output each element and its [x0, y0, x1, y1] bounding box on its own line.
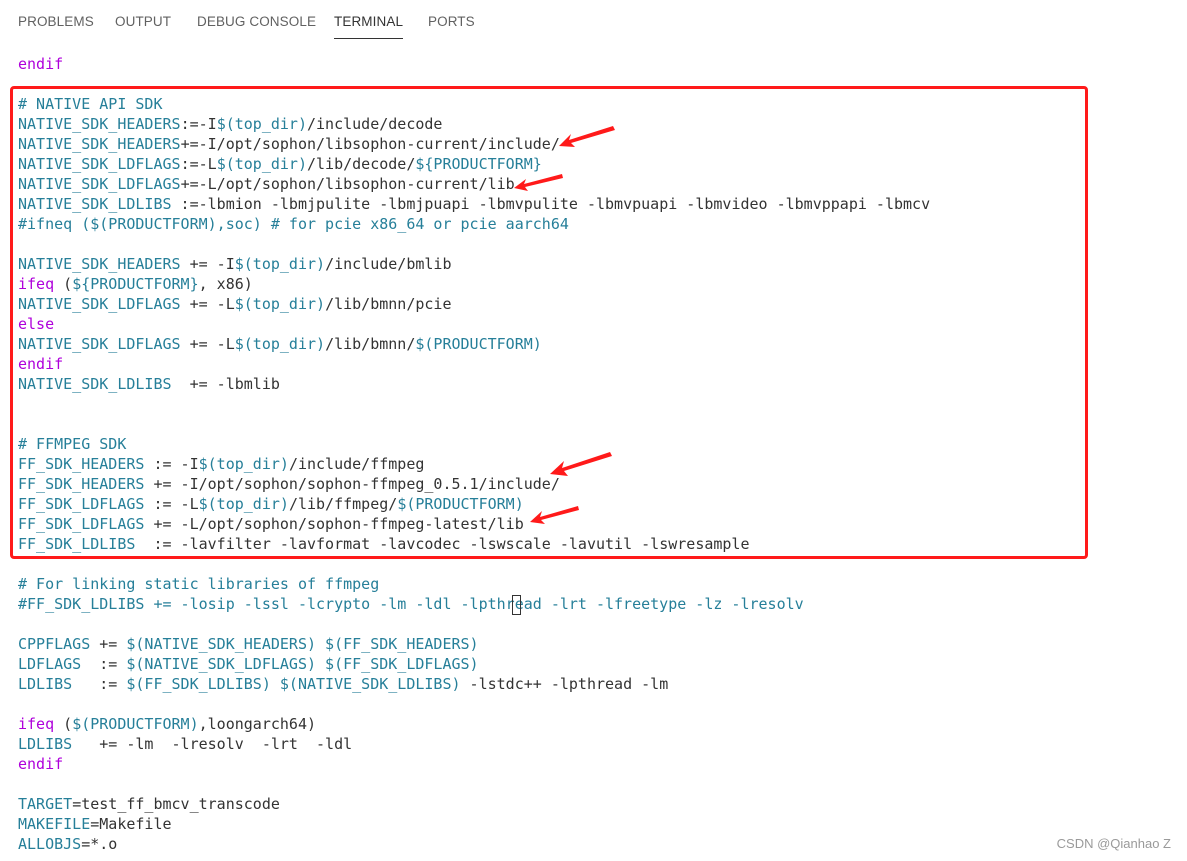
code-token: endif: [18, 755, 64, 773]
highlight-box: [10, 86, 1088, 559]
tab-problems[interactable]: PROBLEMS: [18, 14, 94, 29]
code-token: +=: [90, 635, 127, 653]
code-token: # For linking static libraries of ffmpeg: [18, 575, 380, 593]
code-line: LDFLAGS := $(NATIVE_SDK_LDFLAGS) $(FF_SD…: [18, 654, 930, 674]
code-token: $(FF_SDK_LDLIBS) $(NATIVE_SDK_LDLIBS): [126, 675, 461, 693]
watermark: CSDN @Qianhao Z: [1056, 836, 1171, 851]
code-token: #FF_SDK_LDLIBS += -losip -lssl -lcrypto …: [18, 595, 804, 613]
annotation-arrow-icon: [550, 452, 612, 476]
code-token: LDLIBS: [18, 735, 73, 753]
code-token: MAKEFILE: [18, 815, 91, 833]
code-token: $(PRODUCTFORM): [72, 715, 199, 733]
code-token: =Makefile: [90, 815, 172, 833]
code-line: TARGET=test_ff_bmcv_transcode: [18, 794, 930, 814]
code-token: TARGET: [18, 795, 73, 813]
annotation-arrow-icon: [559, 126, 615, 147]
code-token: ALLOBJS: [18, 835, 82, 853]
text-cursor: [512, 595, 521, 615]
code-token: =*.o: [81, 835, 118, 853]
code-token: $(NATIVE_SDK_HEADERS) $(FF_SDK_HEADERS): [126, 635, 479, 653]
code-line: #FF_SDK_LDLIBS += -losip -lssl -lcrypto …: [18, 594, 930, 614]
code-token: -lstdc++ -lpthread -lm: [460, 675, 669, 693]
code-token: ifeq: [18, 715, 55, 733]
code-line: # For linking static libraries of ffmpeg: [18, 574, 930, 594]
tab-output[interactable]: OUTPUT: [115, 14, 171, 29]
annotation-arrow-icon: [514, 174, 563, 191]
code-line: endif: [18, 754, 930, 774]
code-token: ,loongarch64): [198, 715, 317, 733]
code-token: (: [54, 715, 73, 733]
code-token: CPPFLAGS: [18, 635, 91, 653]
code-line: endif: [18, 54, 930, 74]
annotation-arrow-icon: [530, 506, 579, 524]
code-token: += -lm -lresolv -lrt -ldl: [72, 735, 353, 753]
panel-tab-bar: PROBLEMS OUTPUT DEBUG CONSOLE TERMINAL P…: [0, 0, 1187, 42]
code-token: :=: [81, 655, 127, 673]
code-line: ALLOBJS=*.o: [18, 834, 930, 854]
code-line: LDLIBS += -lm -lresolv -lrt -ldl: [18, 734, 930, 754]
code-token: LDFLAGS: [18, 655, 82, 673]
code-token: =test_ff_bmcv_transcode: [72, 795, 280, 813]
code-line: CPPFLAGS += $(NATIVE_SDK_HEADERS) $(FF_S…: [18, 634, 930, 654]
code-token: LDLIBS: [18, 675, 73, 693]
code-line: LDLIBS := $(FF_SDK_LDLIBS) $(NATIVE_SDK_…: [18, 674, 930, 694]
code-token: endif: [18, 55, 64, 73]
code-token: :=: [72, 675, 127, 693]
code-line: MAKEFILE=Makefile: [18, 814, 930, 834]
tab-debug-console[interactable]: DEBUG CONSOLE: [197, 14, 316, 29]
tab-ports[interactable]: PORTS: [428, 14, 475, 29]
code-token: $(NATIVE_SDK_LDFLAGS) $(FF_SDK_LDFLAGS): [126, 655, 479, 673]
tab-terminal[interactable]: TERMINAL: [334, 14, 404, 39]
code-line: ifeq ($(PRODUCTFORM),loongarch64): [18, 714, 930, 734]
